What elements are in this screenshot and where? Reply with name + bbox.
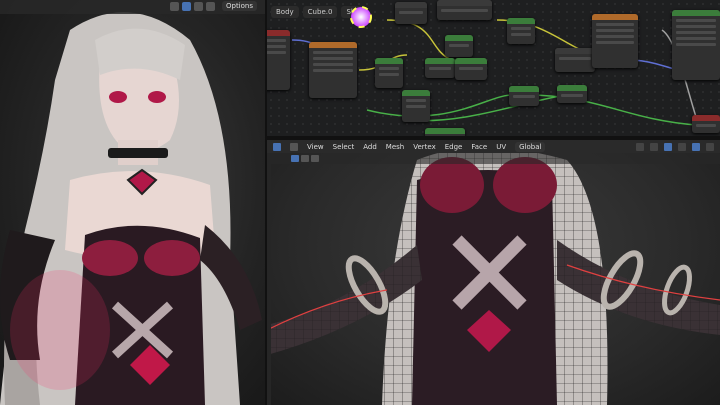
color-wheel-icon[interactable] <box>350 6 372 28</box>
overlay-icon[interactable] <box>650 142 658 151</box>
shader-node[interactable] <box>455 58 487 80</box>
menu-edge[interactable]: Edge <box>445 143 463 151</box>
material-output-node[interactable] <box>692 115 720 133</box>
shader-node[interactable] <box>555 48 595 72</box>
editor-type-icon[interactable] <box>273 142 281 151</box>
shader-node[interactable] <box>507 18 535 44</box>
shader-node-editor[interactable]: Body Cube.0 Slot <box>267 0 720 136</box>
menu-add[interactable]: Add <box>363 143 377 151</box>
options-dropdown[interactable]: Options <box>221 1 257 11</box>
menu-face[interactable]: Face <box>471 143 487 151</box>
toolbar-strip <box>267 164 271 405</box>
proportional-edit-icon[interactable] <box>636 142 644 151</box>
xray-icon[interactable] <box>664 142 672 151</box>
shading-solid-icon[interactable] <box>182 2 191 11</box>
character-render <box>0 12 262 405</box>
viewport-header: Options <box>0 0 265 14</box>
shader-node[interactable] <box>437 0 492 20</box>
edit-toolbar <box>267 153 720 164</box>
object-name[interactable]: Body <box>271 6 299 18</box>
shader-node[interactable] <box>395 2 427 24</box>
face-select-icon[interactable] <box>311 155 319 162</box>
edit-mode-viewport[interactable]: View Select Add Mesh Vertex Edge Face UV… <box>267 140 720 405</box>
shading-material-icon[interactable] <box>194 2 203 11</box>
menu-view[interactable]: View <box>307 143 324 151</box>
menu-vertex[interactable]: Vertex <box>413 143 436 151</box>
edit-header: View Select Add Mesh Vertex Edge Face UV… <box>267 140 720 153</box>
transform-orientation-dropdown[interactable]: Global <box>515 141 546 152</box>
edge-select-icon[interactable] <box>301 155 309 162</box>
shader-node[interactable] <box>557 85 587 103</box>
render-viewport[interactable]: Options <box>0 0 267 405</box>
edit-mesh-view <box>267 147 720 405</box>
vertex-select-icon[interactable] <box>291 155 299 162</box>
overlay-icon[interactable] <box>170 2 179 11</box>
shading-rendered-icon[interactable] <box>206 2 215 11</box>
shader-node[interactable] <box>509 86 539 106</box>
shader-node[interactable] <box>425 58 455 78</box>
shader-node[interactable] <box>445 35 473 57</box>
shader-node[interactable] <box>375 58 403 88</box>
menu-uv[interactable]: UV <box>496 143 506 151</box>
material-name[interactable]: Cube.0 <box>302 6 338 18</box>
shader-node[interactable] <box>425 128 465 136</box>
menu-select[interactable]: Select <box>333 143 355 151</box>
shading-material-icon[interactable] <box>706 142 714 151</box>
principled-bsdf-node[interactable] <box>672 10 720 80</box>
shader-node[interactable] <box>592 14 638 68</box>
shader-node[interactable] <box>309 42 357 98</box>
menu-mesh[interactable]: Mesh <box>386 143 404 151</box>
shading-wireframe-icon[interactable] <box>678 142 686 151</box>
edit-mode-icon[interactable] <box>290 142 298 151</box>
shader-node[interactable] <box>402 90 430 122</box>
shader-node[interactable] <box>267 30 290 90</box>
shading-solid-icon[interactable] <box>692 142 700 151</box>
